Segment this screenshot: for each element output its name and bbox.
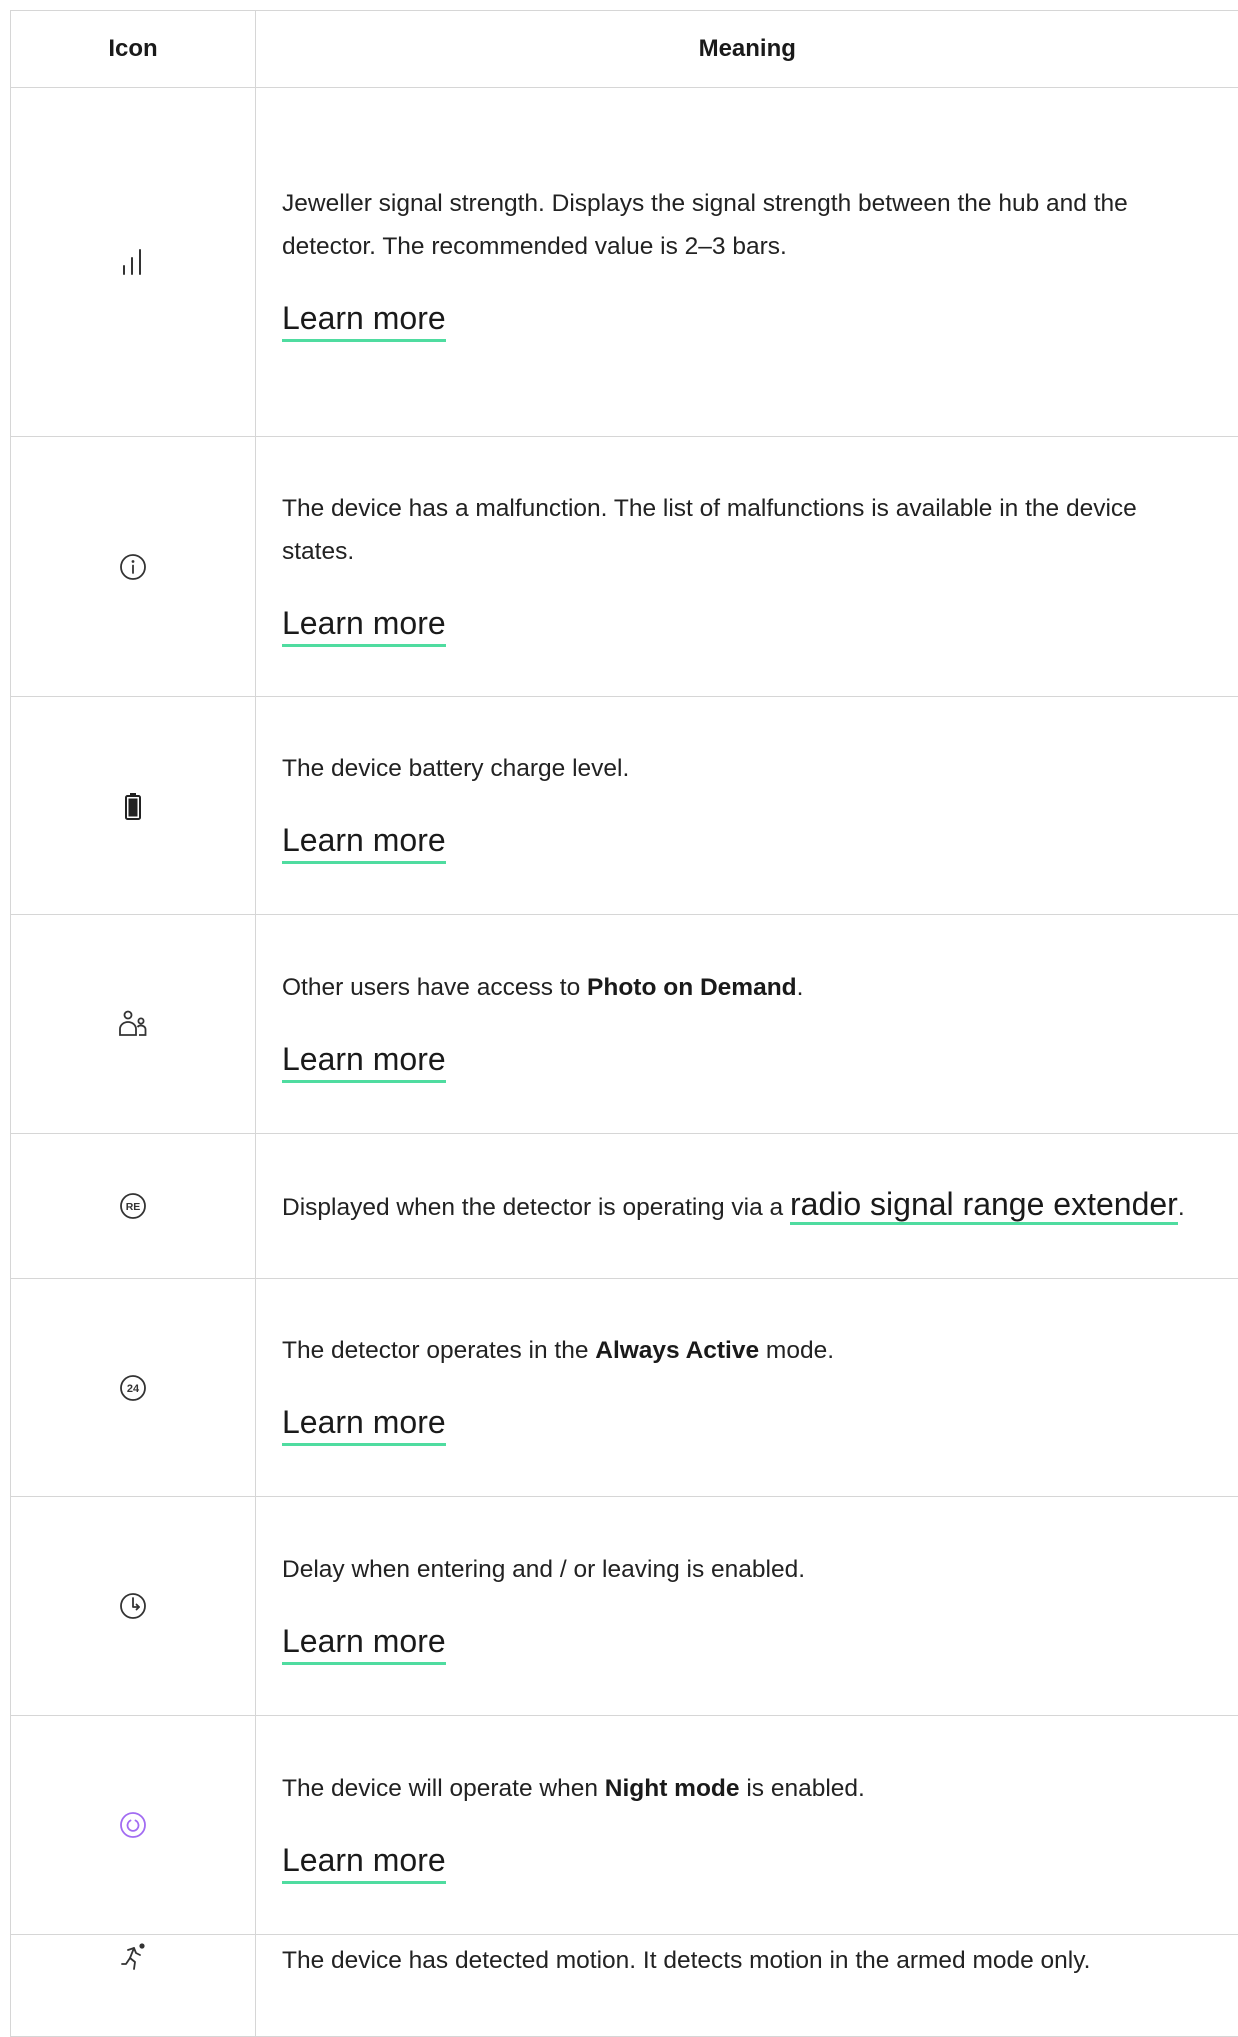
learn-more-link[interactable]: Learn more [282,298,446,342]
always-active-icon: 24 [115,1370,151,1406]
row-description: The detector operates in the Always Acti… [282,1329,1213,1372]
icon-legend-table: Icon Meaning Jeweller signal strength. D… [10,10,1238,2037]
icon-cell: RE [11,1134,256,1279]
meaning-cell: The detector operates in the Always Acti… [256,1279,1238,1497]
row-description: Delay when entering and / or leaving is … [282,1548,1213,1591]
range-extender-icon: RE [115,1188,151,1224]
bold-term: Night mode [605,1775,740,1802]
meaning-cell: The device will operate when Night mode … [256,1716,1238,1935]
table-row: Delay when entering and / or leaving is … [11,1497,1238,1716]
learn-more-link[interactable]: Learn more [282,1402,446,1446]
table-row: Jeweller signal strength. Displays the s… [11,88,1238,437]
range-extender-label: RE [126,1201,141,1213]
icon-cell [11,1935,256,2037]
table-row: The device battery charge level. Learn m… [11,697,1238,915]
table-row: The device has a malfunction. The list o… [11,437,1238,697]
bold-term: Photo on Demand [587,974,797,1001]
signal-strength-icon [115,244,151,280]
table-row: 24 The detector operates in the Always A… [11,1279,1238,1497]
header-icon: Icon [11,11,256,88]
icon-cell [11,1716,256,1935]
icon-cell: 24 [11,1279,256,1497]
row-description: The device battery charge level. [282,747,1213,790]
learn-more-link[interactable]: Learn more [282,820,446,864]
meaning-cell: Other users have access to Photo on Dema… [256,915,1238,1134]
meaning-cell: The device has a malfunction. The list o… [256,437,1238,697]
info-circle-icon [115,549,151,585]
icon-cell [11,697,256,915]
row-description: Jeweller signal strength. Displays the s… [282,182,1213,268]
learn-more-link[interactable]: Learn more [282,603,446,647]
range-extender-link[interactable]: radio signal range extender [790,1186,1178,1225]
learn-more-link[interactable]: Learn more [282,1039,446,1083]
row-description: The device has detected motion. It detec… [282,1939,1213,1982]
learn-more-link[interactable]: Learn more [282,1840,446,1884]
night-mode-icon [115,1807,151,1843]
learn-more-link[interactable]: Learn more [282,1621,446,1665]
meaning-cell: The device battery charge level. Learn m… [256,697,1238,915]
users-icon [115,1006,151,1042]
meaning-cell: Displayed when the detector is operating… [256,1134,1238,1279]
table-row: The device will operate when Night mode … [11,1716,1238,1935]
icon-cell [11,915,256,1134]
meaning-cell: Jeweller signal strength. Displays the s… [256,88,1238,437]
row-description: The device will operate when Night mode … [282,1767,1213,1810]
meaning-cell: The device has detected motion. It detec… [256,1935,1238,2037]
table-header-row: Icon Meaning [11,11,1238,88]
table-row: The device has detected motion. It detec… [11,1935,1238,2037]
icon-legend-table-wrap: Icon Meaning Jeweller signal strength. D… [10,10,1238,2037]
motion-detected-icon [115,1939,151,1975]
bold-term: Always Active [595,1337,759,1364]
delay-clock-icon [115,1588,151,1624]
icon-cell [11,437,256,697]
row-description: Other users have access to Photo on Dema… [282,966,1213,1009]
meaning-cell: Delay when entering and / or leaving is … [256,1497,1238,1716]
icon-cell [11,1497,256,1716]
always-active-label: 24 [127,1383,140,1395]
table-row: Other users have access to Photo on Dema… [11,915,1238,1134]
battery-icon [115,788,151,824]
table-row: RE Displayed when the detector is operat… [11,1134,1238,1279]
icon-cell [11,88,256,437]
row-description: The device has a malfunction. The list o… [282,487,1213,573]
row-description: Displayed when the detector is operating… [282,1178,1213,1234]
header-meaning: Meaning [256,11,1238,88]
